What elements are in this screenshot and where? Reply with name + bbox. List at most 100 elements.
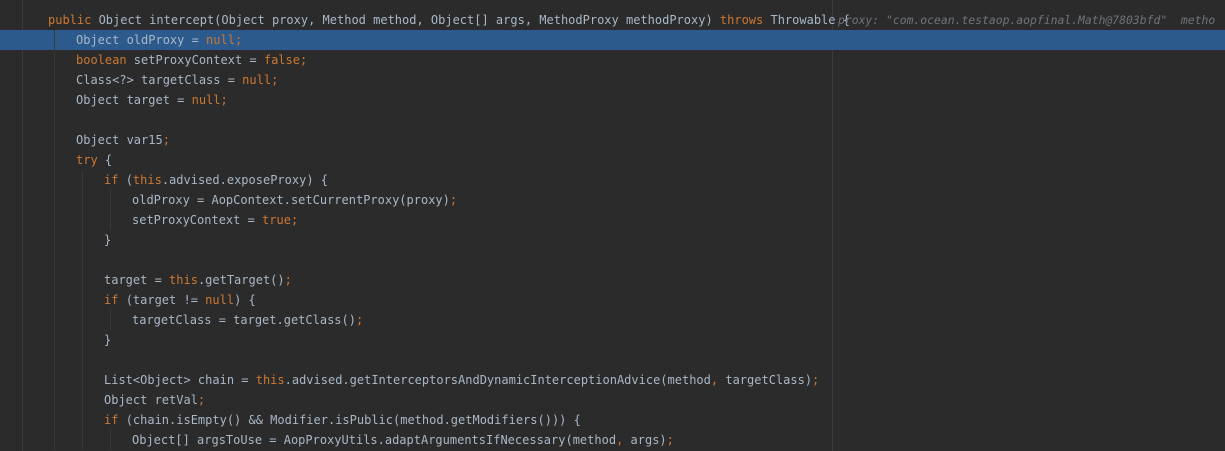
code-line[interactable] [0, 110, 1225, 130]
indent-guide [54, 150, 55, 170]
code-token: ( [125, 173, 133, 187]
keyword-token: ; [162, 133, 170, 147]
debugger-inline-value-hint: proxy: "com.ocean.testaop.aopfinal.Math@… [838, 13, 1216, 27]
indent-guide [82, 210, 83, 230]
keyword-token: ; [271, 73, 279, 87]
code-line[interactable]: targetClass = target.getClass(); [0, 310, 1225, 330]
code-text: oldProxy = AopContext.setCurrentProxy(pr… [132, 190, 457, 210]
indent-guide [54, 210, 55, 230]
keyword-token: ; [812, 373, 820, 387]
keyword-token: , [710, 373, 726, 387]
indent-guide [82, 270, 83, 290]
keyword-token: ; [355, 313, 364, 327]
indent-guide [54, 30, 55, 50]
keyword-token: try [76, 153, 105, 167]
code-line[interactable]: Object target = null; [0, 90, 1225, 110]
keyword-token: this [132, 173, 162, 187]
code-text: } [104, 330, 111, 350]
code-line[interactable]: if (target != null) { [0, 290, 1225, 310]
keyword-token: false [263, 53, 300, 67]
code-token: .advised.getInterceptorsAndDynamicInterc… [284, 373, 711, 387]
code-text: Object var15; [76, 130, 170, 150]
keyword-token: this [255, 373, 285, 387]
code-token: Object var15 [76, 133, 163, 147]
code-token: (target != [125, 293, 206, 307]
code-token: target = [104, 273, 170, 287]
code-token: ) { [234, 293, 256, 307]
indent-guide [54, 190, 55, 210]
indent-guide [82, 230, 83, 250]
indent-guide [82, 170, 83, 190]
indent-guide [82, 190, 83, 210]
code-token: .advised.exposeProxy) { [161, 173, 328, 187]
indent-guide [82, 350, 83, 370]
keyword-token: true [262, 213, 291, 227]
indent-guide [54, 50, 55, 70]
indent-guide [82, 390, 83, 410]
code-line-current[interactable]: Object oldProxy = null; [0, 30, 1225, 50]
indent-guide [110, 310, 111, 330]
code-text: boolean setProxyContext = false; [76, 50, 307, 70]
keyword-token: null [206, 33, 235, 47]
indent-guide [82, 370, 83, 390]
code-token: Object intercept(Object proxy, Method me… [98, 13, 720, 27]
indent-guide [82, 290, 83, 310]
code-text: Object target = null; [76, 90, 228, 110]
keyword-token: ; [284, 273, 292, 287]
code-text: if (chain.isEmpty() && Modifier.isPublic… [104, 410, 581, 430]
keyword-token: throws [719, 13, 771, 27]
code-line[interactable]: try { [0, 150, 1225, 170]
keyword-token: ; [234, 33, 243, 47]
code-line[interactable]: } [0, 230, 1225, 250]
code-text: public Object intercept(Object proxy, Me… [48, 10, 850, 30]
code-line[interactable]: public Object intercept(Object proxy, Me… [0, 10, 1225, 30]
code-token: targetClass = target.getClass() [132, 313, 356, 327]
code-token: (chain.isEmpty() && Modifier.isPublic(me… [125, 413, 581, 427]
code-line[interactable]: } [0, 330, 1225, 350]
indent-guide [54, 390, 55, 410]
code-line[interactable]: if (this.advised.exposeProxy) { [0, 170, 1225, 190]
code-token: Object target = [76, 93, 192, 107]
code-text: target = this.getTarget(); [104, 270, 292, 290]
indent-guide [54, 330, 55, 350]
code-line[interactable]: Object var15; [0, 130, 1225, 150]
code-line[interactable]: setProxyContext = true; [0, 210, 1225, 230]
indent-guide [82, 330, 83, 350]
code-line[interactable]: Object retVal; [0, 390, 1225, 410]
indent-guide [54, 410, 55, 430]
code-token: } [104, 333, 112, 347]
code-token: setProxyContext = [132, 213, 263, 227]
indent-guide [54, 310, 55, 330]
code-area[interactable]: public Object intercept(Object proxy, Me… [0, 10, 1225, 450]
code-editor[interactable]: public Object intercept(Object proxy, Me… [0, 0, 1225, 451]
code-text: } [104, 230, 111, 250]
code-text: setProxyContext = true; [132, 210, 298, 230]
keyword-token: boolean [76, 53, 134, 67]
indent-guide [54, 90, 55, 110]
code-token: Class<?> targetClass = [76, 73, 243, 87]
code-line[interactable] [0, 350, 1225, 370]
code-token: args) [630, 433, 667, 447]
code-token: Object[] argsToUse = AopProxyUtils.adapt… [132, 433, 617, 447]
code-token: .getTarget() [197, 273, 285, 287]
code-line[interactable] [0, 250, 1225, 270]
keyword-token: null [191, 93, 221, 107]
indent-guide [54, 130, 55, 150]
code-token: setProxyContext = [133, 53, 264, 67]
code-text: Object oldProxy = null; [76, 30, 242, 50]
keyword-token: null [242, 73, 272, 87]
indent-guide [54, 250, 55, 270]
indent-guide [54, 430, 55, 450]
keyword-token: if [104, 413, 126, 427]
code-line[interactable]: if (chain.isEmpty() && Modifier.isPublic… [0, 410, 1225, 430]
code-line[interactable]: target = this.getTarget(); [0, 270, 1225, 290]
code-line[interactable]: boolean setProxyContext = false; [0, 50, 1225, 70]
indent-guide [82, 410, 83, 430]
code-line[interactable]: Class<?> targetClass = null; [0, 70, 1225, 90]
indent-guide [54, 370, 55, 390]
code-line[interactable]: List<Object> chain = this.advised.getInt… [0, 370, 1225, 390]
indent-guide [54, 110, 55, 130]
code-text: if (this.advised.exposeProxy) { [104, 170, 328, 190]
code-line[interactable]: Object[] argsToUse = AopProxyUtils.adapt… [0, 430, 1225, 450]
code-line[interactable]: oldProxy = AopContext.setCurrentProxy(pr… [0, 190, 1225, 210]
